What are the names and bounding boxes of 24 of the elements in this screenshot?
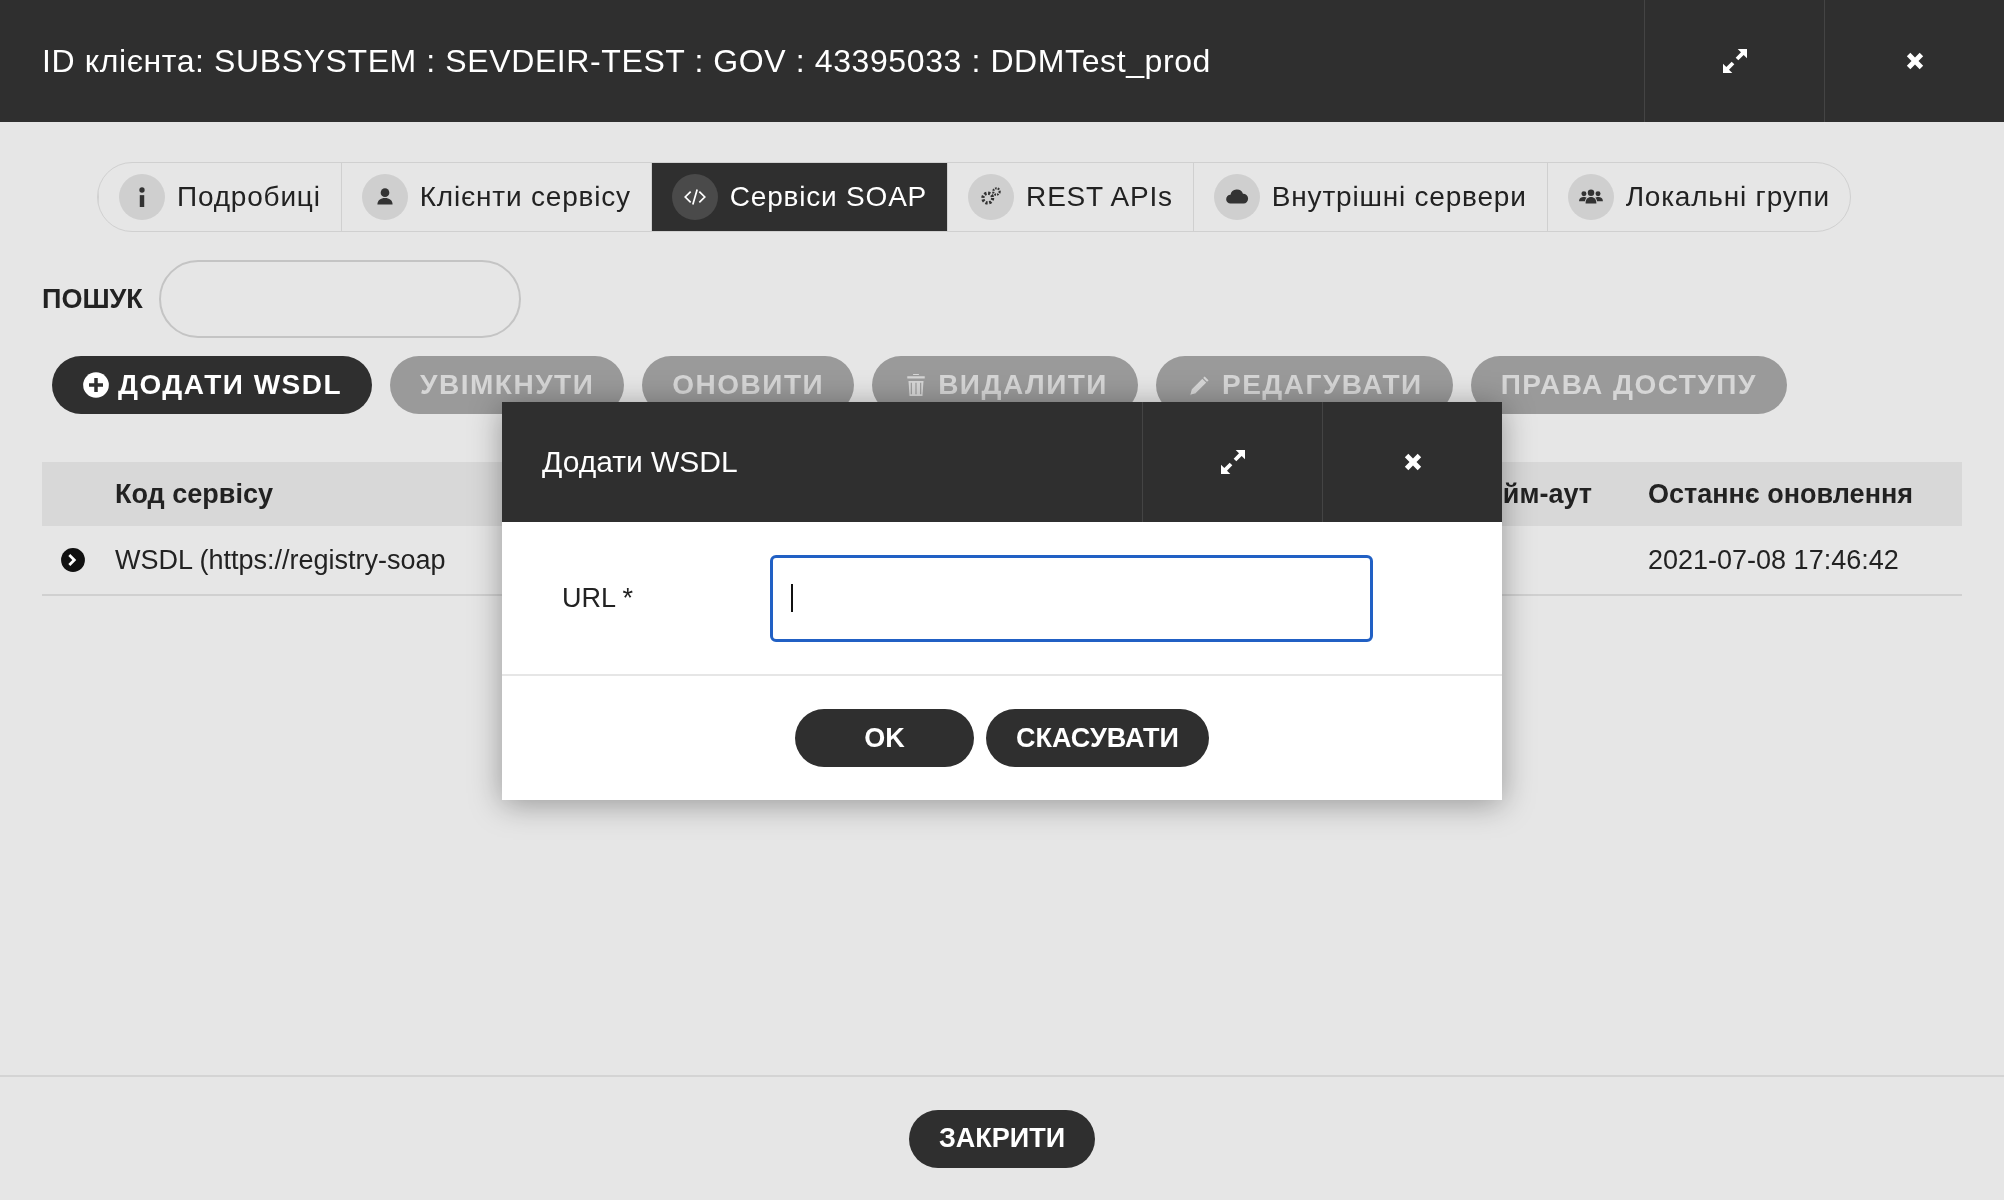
column-header: йм-аут	[1502, 478, 1592, 510]
column-header: Останнє оновлення	[1647, 478, 1914, 510]
toolbar-button[interactable]: ДОДАТИ WSDL	[52, 356, 373, 414]
window-title: ID клієнта: SUBSYSTEM : SEVDEIR-TEST : GOV : 43395033 : DDMTest_prod	[42, 42, 1212, 80]
tab[interactable]: REST APIs	[947, 163, 1193, 231]
tab[interactable]: Клієнти сервісу	[340, 163, 651, 231]
dialog-title: Додати WSDL	[542, 445, 738, 479]
tab[interactable]: Локальні групи	[1546, 163, 1850, 231]
plus-icon	[82, 371, 110, 399]
field-label: URL *	[562, 582, 635, 614]
url-field[interactable]	[770, 554, 1373, 642]
expand-row-icon[interactable]	[60, 547, 86, 573]
dialog-button[interactable]: OK	[795, 709, 974, 767]
tab[interactable]: Подробиці	[98, 163, 341, 231]
close-dialog-button[interactable]: ЗАКРИТИ	[908, 1109, 1096, 1168]
text-cursor	[791, 584, 793, 612]
column-header: Код сервісу	[115, 478, 274, 510]
search-label: ПОШУК	[42, 283, 143, 315]
table-cell-text: 2021-07-08 17:46:42	[1647, 544, 1900, 576]
dialog-button[interactable]: СКАСУВАТИ	[986, 709, 1209, 767]
table-cell-text: WSDL (https://registry-soap	[115, 544, 447, 576]
info-icon	[138, 187, 146, 207]
tab[interactable]: Сервіси SOAP	[650, 163, 948, 231]
tab[interactable]: Внутрішні сервери	[1192, 163, 1547, 231]
